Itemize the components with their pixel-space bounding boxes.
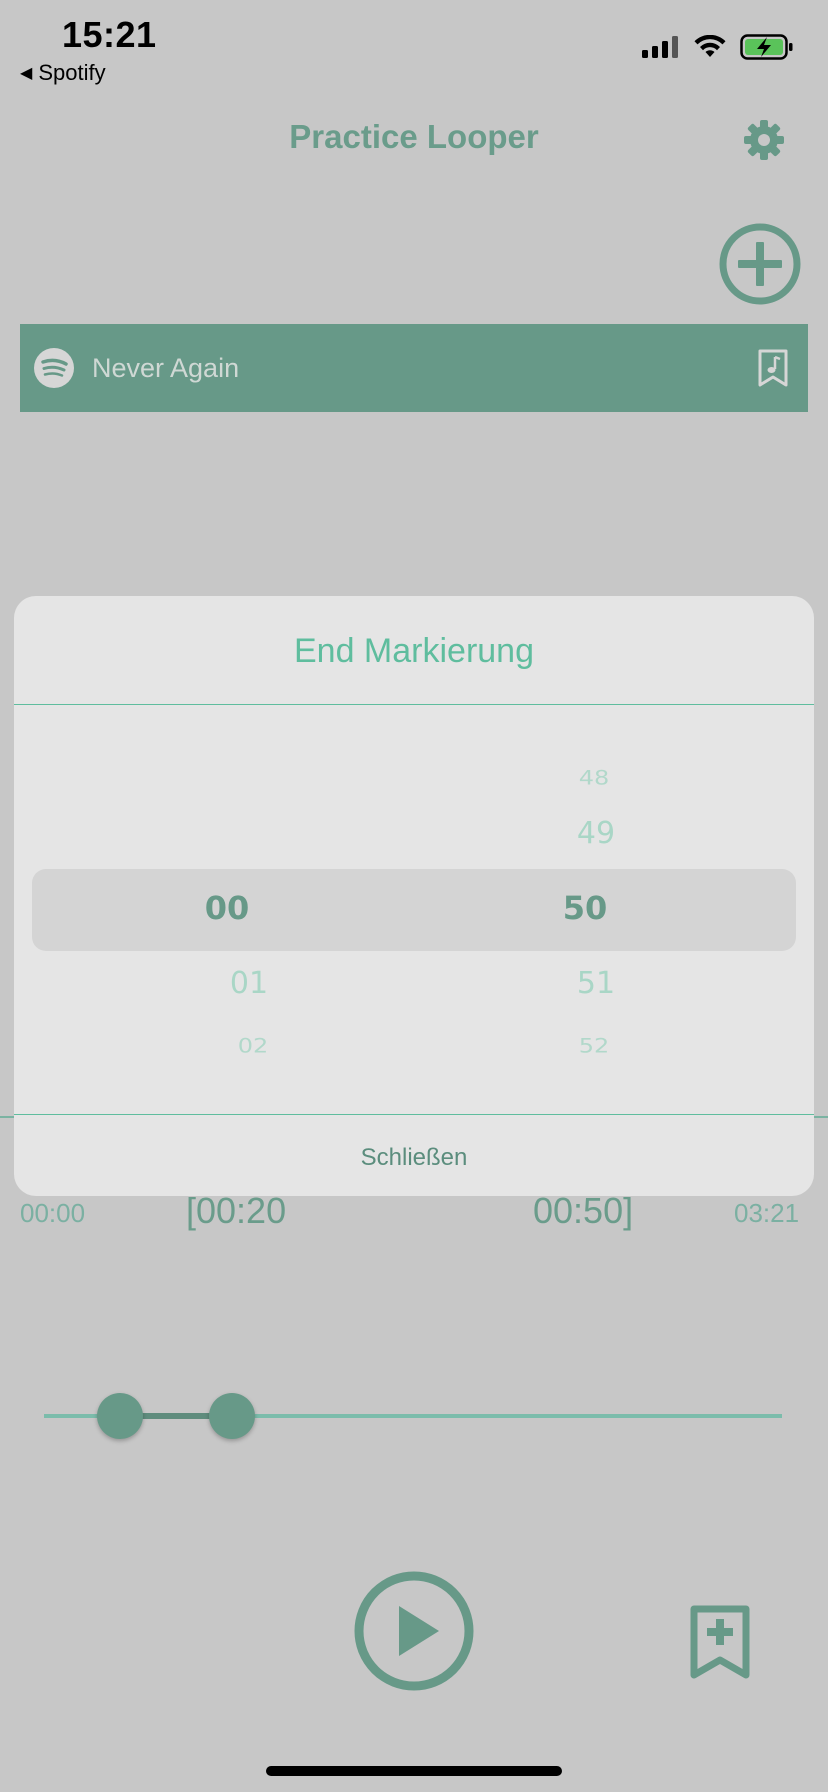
picker-selection-band — [32, 869, 796, 951]
seconds-option[interactable]: 52 — [534, 1035, 654, 1057]
add-bookmark-button[interactable] — [690, 1605, 750, 1679]
add-track-button[interactable] — [718, 222, 802, 306]
dialog-title: End Markierung — [293, 632, 534, 670]
seconds-option[interactable]: 48 — [534, 767, 654, 789]
back-to-app-link[interactable]: ◀ Spotify — [20, 60, 106, 86]
wifi-icon — [694, 35, 726, 57]
gear-icon[interactable] — [742, 118, 786, 162]
track-end-time: 03:21 — [734, 1198, 800, 1228]
loop-end-marker[interactable]: 00:50] — [533, 1190, 633, 1232]
minutes-selected-value[interactable]: 00 — [167, 889, 287, 927]
track-list-item[interactable]: Never Again — [20, 324, 808, 412]
status-time: 15:21 — [62, 14, 157, 55]
end-marker-picker-dialog: End Markierung 00 01 02 48 49 50 51 52 S… — [14, 596, 814, 1196]
music-sheet-icon[interactable] — [758, 349, 788, 387]
play-button[interactable] — [353, 1570, 475, 1692]
app-title: Practice Looper — [289, 118, 539, 155]
seconds-option[interactable]: 51 — [536, 966, 656, 1001]
status-icons — [642, 34, 794, 60]
battery-charging-icon — [740, 34, 793, 60]
cellular-signal-icon — [642, 36, 678, 58]
back-triangle-icon: ◀ — [20, 65, 33, 82]
spotify-icon — [34, 348, 74, 388]
track-start-time: 00:00 — [20, 1198, 86, 1228]
dialog-top-divider — [14, 704, 814, 705]
dialog-bottom-divider — [14, 1114, 814, 1115]
track-title: Never Again — [92, 352, 240, 383]
loop-end-handle[interactable] — [209, 1393, 255, 1439]
back-app-label: Spotify — [38, 60, 106, 85]
home-indicator — [266, 1766, 562, 1776]
loop-start-marker[interactable]: [00:20 — [186, 1190, 286, 1232]
close-button[interactable]: Schließen — [14, 1144, 814, 1172]
minutes-option[interactable]: 01 — [189, 966, 309, 1001]
seconds-option[interactable]: 49 — [536, 816, 656, 851]
minutes-option[interactable]: 02 — [193, 1035, 313, 1057]
loop-start-handle[interactable] — [97, 1393, 143, 1439]
seconds-selected-value[interactable]: 50 — [525, 889, 645, 927]
